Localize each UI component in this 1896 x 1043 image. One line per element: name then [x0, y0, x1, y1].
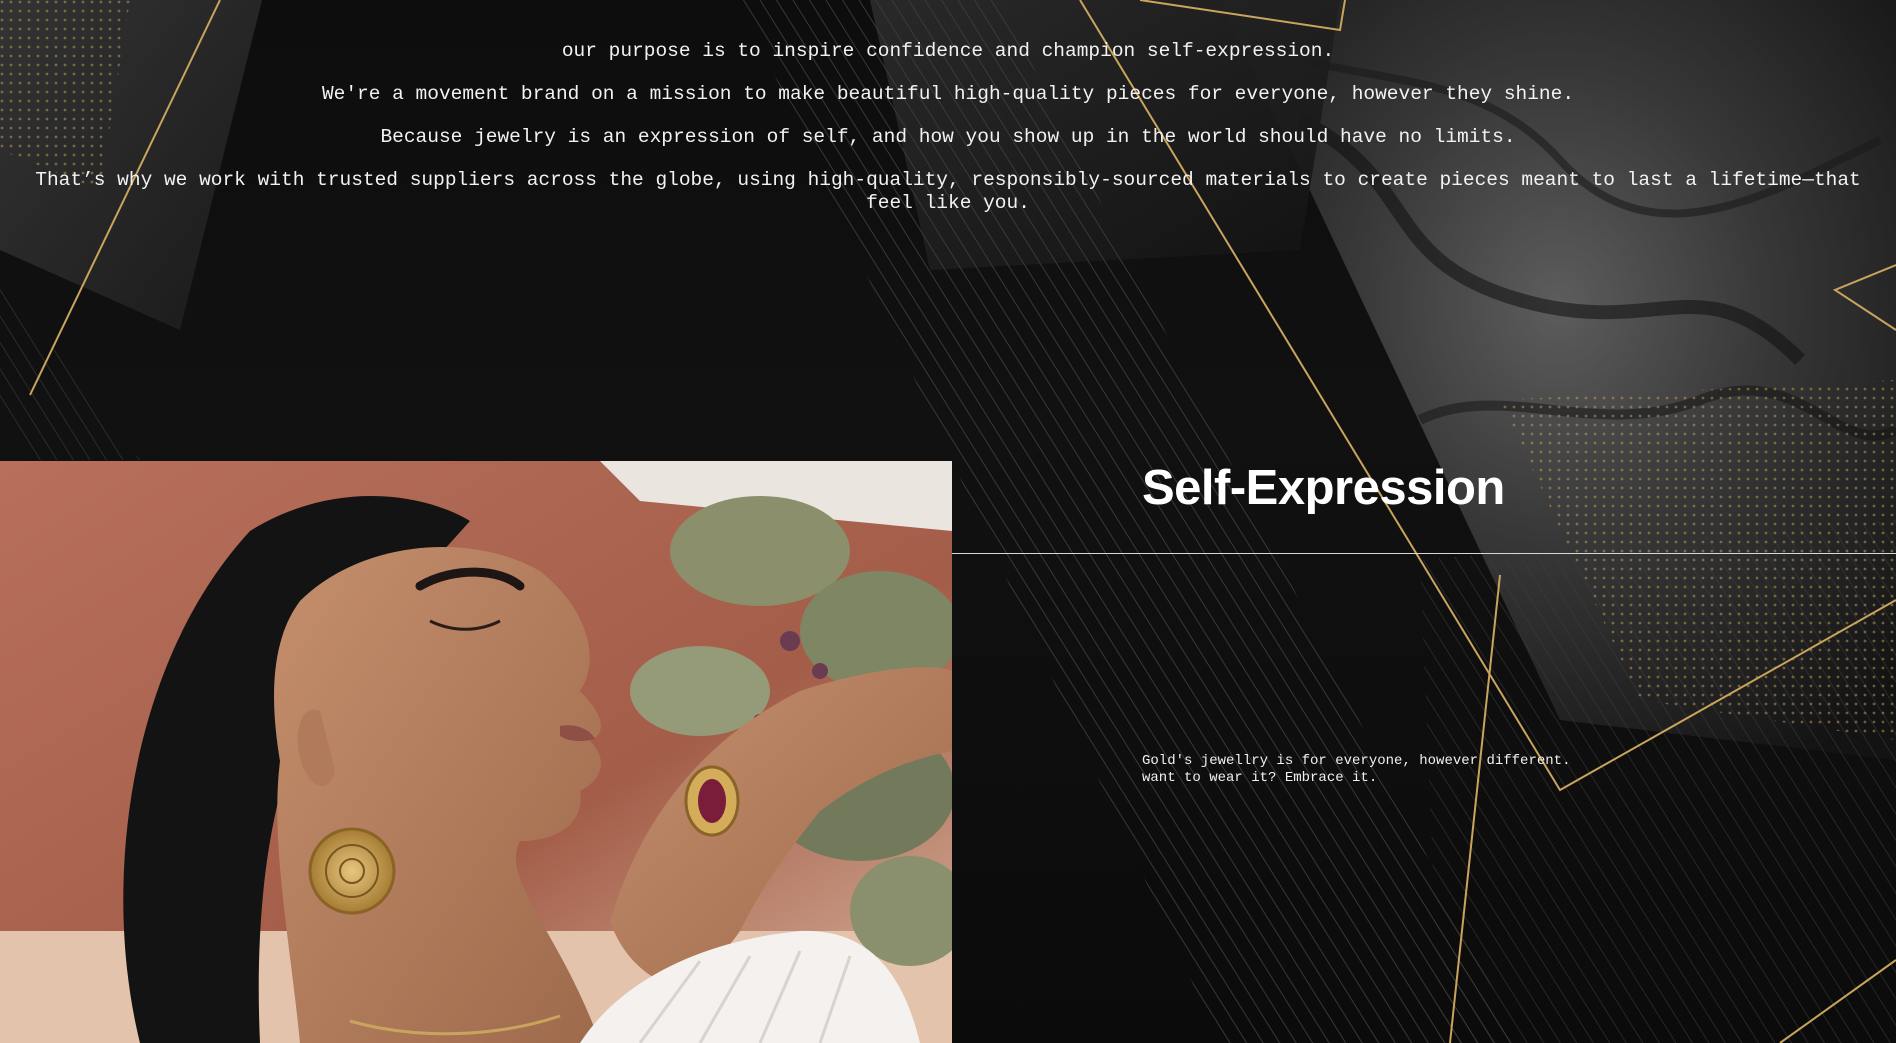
section-divider [952, 553, 1896, 554]
section-title: Self-Expression [1142, 461, 1505, 515]
section-description-line-2: want to wear it? Embrace it. [1142, 770, 1378, 786]
section-description-line-1: Gold's jewellry is for everyone, however… [1142, 753, 1571, 769]
model-photo [0, 461, 952, 1043]
mission-statement: our purpose is to inspire confidence and… [0, 40, 1896, 235]
mission-line-4: That’s why we work with trusted supplier… [35, 169, 1861, 214]
mission-line-3: Because jewelry is an expression of self… [380, 126, 1516, 148]
mission-line-1: our purpose is to inspire confidence and… [561, 40, 1335, 62]
model-photo-illustration [0, 461, 952, 1043]
mission-line-2: We're a movement brand on a mission to m… [321, 83, 1575, 105]
page: our purpose is to inspire confidence and… [0, 0, 1896, 1043]
section-description: Gold's jewellry is for everyone, however… [1142, 753, 1662, 787]
